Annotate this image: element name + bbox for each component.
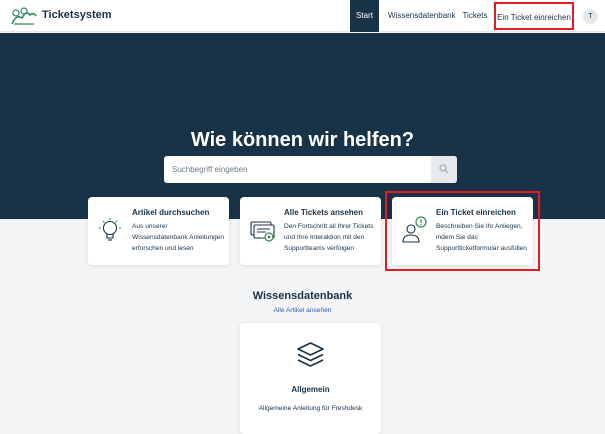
highlight-box (385, 191, 540, 271)
brand-name[interactable]: Ticketsystem (42, 9, 112, 21)
hero-title: Wie können wir helfen? (190, 129, 415, 151)
search-input[interactable] (164, 156, 431, 183)
user-avatar[interactable]: T (583, 9, 598, 24)
logo-icon[interactable] (10, 6, 38, 26)
category-description: Allgemeine Anleitung für Freshdesk (258, 405, 363, 412)
nav-start[interactable]: Start (350, 0, 379, 32)
nav-submit-ticket[interactable]: Ein Ticket einreichen (494, 2, 574, 30)
view-all-articles-link[interactable]: Alle Artikel ansehen (0, 307, 605, 314)
category-title: Allgemein (291, 385, 330, 394)
search-button[interactable] (431, 156, 457, 183)
lightbulb-icon (99, 218, 121, 241)
card-title: Alle Tickets ansehen (284, 208, 363, 217)
top-header: Ticketsystem Start Wissensdatenbank Tick… (0, 0, 605, 32)
card-browse-articles[interactable]: Artikel durchsuchen Aus unserer Wissensd… (88, 197, 229, 265)
category-card-allgemein[interactable]: Allgemein Allgemeine Anleitung für Fresh… (240, 323, 381, 434)
layers-icon (297, 342, 324, 367)
card-title: Artikel durchsuchen (132, 208, 210, 217)
card-description: Aus unserer Wissensdatenbank Anleitungen… (132, 223, 225, 252)
section-title: Wissensdatenbank (252, 290, 353, 302)
search-icon (439, 164, 449, 174)
nav-tickets[interactable]: Tickets (460, 0, 490, 32)
tickets-icon (250, 221, 275, 242)
card-description: Den Fortschritt all Ihrer Tickets und Ih… (284, 223, 374, 252)
nav-wissensdatenbank[interactable]: Wissensdatenbank (388, 0, 456, 32)
card-view-tickets[interactable]: Alle Tickets ansehen Den Fortschritt all… (240, 197, 381, 265)
search-bar (164, 156, 457, 183)
